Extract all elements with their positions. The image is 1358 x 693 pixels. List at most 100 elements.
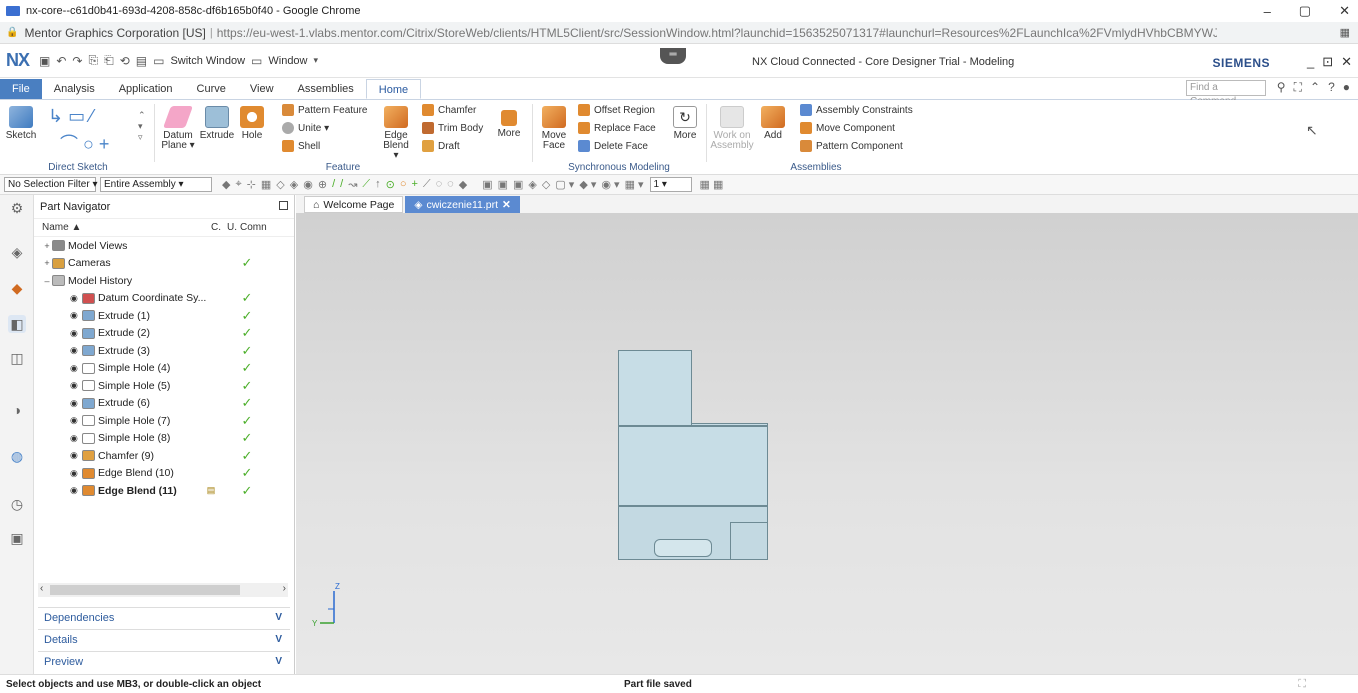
tree-row[interactable]: ◉ Simple Hole (7) ✓ bbox=[34, 412, 294, 430]
chevron-down-icon[interactable]: V bbox=[275, 612, 282, 623]
column-name[interactable]: Name ▲ bbox=[34, 222, 212, 233]
layer-settings-icon[interactable]: ▦ ▦ bbox=[700, 178, 724, 191]
tree-row[interactable]: ◉ Extrude (2) ✓ bbox=[34, 325, 294, 343]
move-component-button[interactable]: Move Component bbox=[800, 122, 895, 134]
web-browser-icon[interactable]: ◍ bbox=[8, 447, 26, 465]
model-upper-block[interactable] bbox=[618, 350, 692, 426]
visibility-eye-icon[interactable]: ◉ bbox=[70, 468, 82, 479]
edge-blend-button[interactable]: Edge Blend ▾ bbox=[380, 106, 412, 161]
restore-icon[interactable] bbox=[279, 201, 288, 210]
circle-icon[interactable]: ○ bbox=[400, 178, 407, 191]
tree-row[interactable]: ◉ Extrude (1) ✓ bbox=[34, 307, 294, 325]
add-component-button[interactable]: Add bbox=[758, 106, 788, 141]
move-face-button[interactable]: Move Face bbox=[538, 106, 570, 151]
arrow-up-icon[interactable]: ↑ bbox=[375, 178, 381, 191]
unite-button[interactable]: Unite ▾ bbox=[282, 122, 329, 134]
window-menu-button[interactable]: Window bbox=[268, 55, 307, 67]
address-bar[interactable]: 🔒 Mentor Graphics Corporation [US] | htt… bbox=[0, 22, 1358, 44]
tree-row[interactable]: + Cameras ✓ bbox=[34, 255, 294, 273]
tree-row[interactable]: ◉ Chamfer (9) ✓ bbox=[34, 447, 294, 465]
tree-row[interactable]: ◉ Extrude (6) ✓ bbox=[34, 395, 294, 413]
snap-icon[interactable]: ⌖ bbox=[235, 178, 241, 191]
select-icon[interactable]: ⊹ bbox=[247, 178, 256, 191]
column-comment[interactable]: Comn bbox=[240, 222, 280, 233]
sketch-button[interactable]: Sketch bbox=[6, 106, 36, 141]
visibility-eye-icon[interactable]: ◉ bbox=[70, 433, 82, 444]
point-icon[interactable]: ◌ bbox=[447, 178, 454, 191]
horizontal-scrollbar[interactable]: ‹ › bbox=[38, 583, 288, 597]
pattern-feature-button[interactable]: Pattern Feature bbox=[282, 104, 367, 116]
settings-dot-icon[interactable]: ● bbox=[1343, 80, 1350, 95]
work-on-assembly-button[interactable]: Work on Assembly bbox=[710, 106, 754, 151]
touch-mode-icon[interactable]: ▤ bbox=[136, 54, 147, 68]
graphics-window[interactable]: ⌂ Welcome Page ◈ cwiczenie11.prt ✕ Z Y bbox=[296, 195, 1358, 674]
visibility-eye-icon[interactable]: ◉ bbox=[70, 310, 82, 321]
fullscreen-icon[interactable]: ⛶ bbox=[1294, 80, 1302, 95]
redo-icon[interactable]: ↷ bbox=[72, 54, 82, 68]
chevron-down-icon[interactable]: ▾ bbox=[314, 55, 319, 66]
sphere-icon[interactable]: ◉ bbox=[303, 178, 313, 191]
hd3d-tools-icon[interactable]: ◑ bbox=[8, 401, 26, 419]
layer-icon[interactable]: ▦ ▾ bbox=[625, 178, 644, 191]
tree-row[interactable]: ◉ Datum Coordinate Sy... ✓ bbox=[34, 290, 294, 308]
visibility-eye-icon[interactable]: ◉ bbox=[70, 345, 82, 356]
datum-plane-button[interactable]: Datum Plane ▾ bbox=[160, 106, 196, 151]
nx-restore-button[interactable]: ⊡ bbox=[1322, 54, 1333, 70]
chevron-down-icon[interactable]: V bbox=[275, 634, 282, 645]
switch-window-button[interactable]: Switch Window bbox=[170, 55, 245, 67]
citrix-toolbar-handle[interactable]: ═ bbox=[660, 48, 686, 64]
visibility-eye-icon[interactable]: ◉ bbox=[70, 328, 82, 339]
tree-row[interactable]: ◉ Extrude (3) ✓ bbox=[34, 342, 294, 360]
undo-icon[interactable]: ↶ bbox=[56, 54, 66, 68]
selection-filter-dropdown[interactable]: No Selection Filter ▾ bbox=[4, 177, 98, 192]
shade-icon[interactable]: ◈ bbox=[528, 178, 536, 191]
model-main-block[interactable] bbox=[618, 426, 768, 506]
sync-more-button[interactable]: ↻ More bbox=[670, 106, 700, 141]
draft-button[interactable]: Draft bbox=[422, 140, 460, 152]
view-icon[interactable]: ▣ bbox=[482, 178, 492, 191]
close-icon[interactable]: ✕ bbox=[502, 197, 511, 213]
tab-analysis[interactable]: Analysis bbox=[42, 79, 107, 99]
tree-row[interactable]: ◉ Simple Hole (4) ✓ bbox=[34, 360, 294, 378]
tab-application[interactable]: Application bbox=[107, 79, 185, 99]
tab-curve[interactable]: Curve bbox=[185, 79, 238, 99]
maximize-button[interactable]: ▢ bbox=[1299, 3, 1311, 19]
fullscreen-icon[interactable]: ⛶ bbox=[1298, 678, 1306, 691]
filter-icon[interactable]: ◆ bbox=[222, 178, 230, 191]
tangent-icon[interactable]: ⟋ bbox=[423, 178, 431, 191]
point-icon[interactable]: ◌ bbox=[436, 178, 443, 191]
replace-face-button[interactable]: Replace Face bbox=[578, 122, 656, 134]
visibility-eye-icon[interactable]: ◉ bbox=[70, 398, 82, 409]
reuse-library-icon[interactable]: ◫ bbox=[8, 349, 26, 367]
feature-more-button[interactable]: More bbox=[494, 106, 524, 139]
expand-toggle-icon[interactable]: + bbox=[42, 241, 52, 251]
delete-face-button[interactable]: Delete Face bbox=[578, 140, 648, 152]
assembly-navigator-icon[interactable]: ◈ bbox=[8, 243, 26, 261]
scroll-left-icon[interactable]: ‹ bbox=[40, 583, 43, 594]
nx-minimize-button[interactable]: _ bbox=[1307, 54, 1314, 70]
circle-center-icon[interactable]: ⊙ bbox=[386, 178, 395, 191]
curve-icon[interactable]: ↝ bbox=[348, 178, 357, 191]
face-rule-icon[interactable]: ◇ bbox=[276, 178, 284, 191]
view-icon[interactable]: ▣ bbox=[513, 178, 523, 191]
minimize-button[interactable]: – bbox=[1264, 4, 1271, 19]
tree-row[interactable]: ◉ Simple Hole (5) ✓ bbox=[34, 377, 294, 395]
point-icon[interactable]: ◆ bbox=[459, 178, 467, 191]
tree-row[interactable]: – Model History bbox=[34, 272, 294, 290]
help-icon[interactable]: ? bbox=[1328, 80, 1335, 95]
close-button[interactable]: ✕ bbox=[1339, 3, 1350, 19]
details-panel[interactable]: Details V bbox=[38, 629, 290, 649]
roles-icon[interactable]: ▣ bbox=[8, 529, 26, 547]
visibility-eye-icon[interactable]: ◉ bbox=[70, 415, 82, 426]
offset-region-button[interactable]: Offset Region bbox=[578, 104, 655, 116]
visibility-eye-icon[interactable]: ◉ bbox=[70, 363, 82, 374]
expand-toggle-icon[interactable]: + bbox=[42, 258, 52, 268]
tree-row[interactable]: ◉ Simple Hole (8) ✓ bbox=[34, 430, 294, 448]
visibility-eye-icon[interactable]: ◉ bbox=[70, 293, 82, 304]
scrollbar-thumb[interactable] bbox=[50, 585, 240, 595]
part-navigator-icon[interactable]: ◧ bbox=[8, 315, 26, 333]
tab-welcome-page[interactable]: ⌂ Welcome Page bbox=[304, 196, 404, 213]
extension-icon[interactable]: ▦ bbox=[1340, 26, 1350, 39]
view-icon[interactable]: ▣ bbox=[498, 178, 508, 191]
selection-scope-dropdown[interactable]: Entire Assembly ▾ bbox=[100, 177, 212, 192]
